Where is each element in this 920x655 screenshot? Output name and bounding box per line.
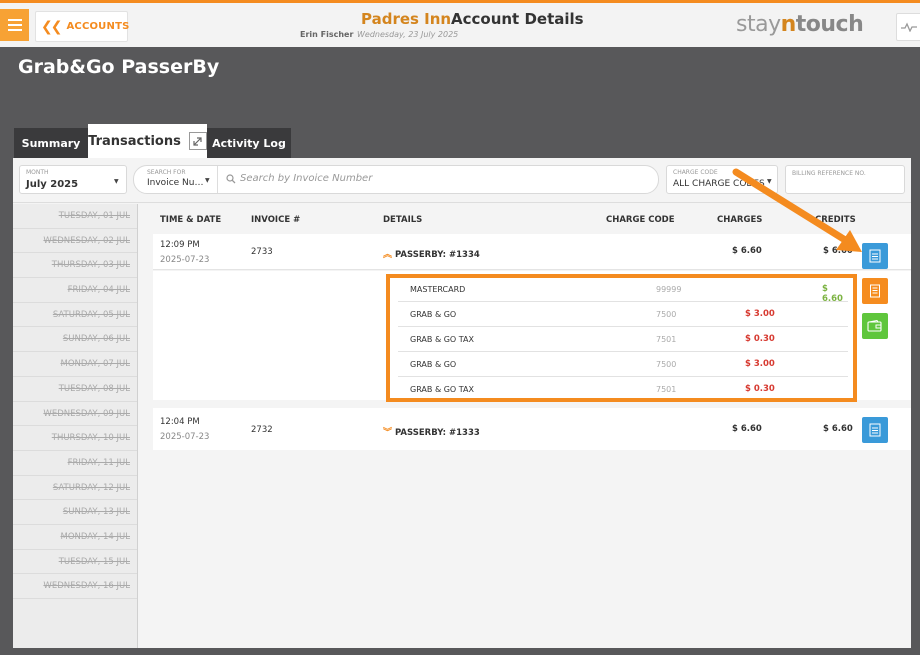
tab-transactions[interactable]: Transactions — [88, 124, 207, 158]
col-charge-code: CHARGE CODE — [606, 215, 675, 225]
col-details: DETAILS — [383, 215, 423, 225]
day-item[interactable]: FRIDAY, 11 JUL — [13, 451, 137, 476]
day-item[interactable]: SATURDAY, 12 JUL — [13, 476, 137, 501]
day-item[interactable]: WEDNESDAY, 16 JUL — [13, 574, 137, 599]
table-row[interactable]: 12:09 PM 2025-07-23 2733 ︽ PASSERBY: #13… — [153, 234, 911, 270]
day-item[interactable]: THURSDAY, 10 JUL — [13, 426, 137, 451]
day-list: TUESDAY, 01 JUL WEDNESDAY, 02 JUL THURSDAY… — [13, 204, 138, 648]
tx-charges: $ 6.60 — [732, 424, 762, 434]
tx-details[interactable]: ︾ PASSERBY: #1333 — [383, 425, 480, 438]
day-item[interactable]: SUNDAY, 06 JUL — [13, 327, 137, 353]
col-credits: CREDITS — [815, 215, 856, 225]
col-charges: CHARGES — [717, 215, 763, 225]
tx-date: 2025-07-23 — [160, 255, 210, 265]
day-item[interactable]: TUESDAY, 01 JUL — [13, 204, 137, 229]
chevron-up-icon: ︽ — [383, 250, 393, 260]
table-row[interactable]: 12:04 PM 2025-07-23 2732 ︾ PASSERBY: #13… — [153, 408, 911, 450]
billing-reference-input[interactable]: BILLING REFERENCE NO. — [785, 165, 905, 194]
tx-details-text: PASSERBY: #1334 — [394, 250, 480, 260]
tab-activity-log-label: Activity Log — [212, 136, 286, 150]
hotel-name: Padres Inn — [361, 10, 452, 28]
search-for-value: Invoice Nu… — [147, 178, 204, 188]
day-item[interactable]: TUESDAY, 08 JUL — [13, 377, 137, 402]
double-chevron-left-icon: ❮❮ — [41, 18, 63, 35]
filter-bar: MONTH July 2025 ▼ SEARCH FOR Invoice Nu…… — [13, 158, 911, 203]
wallet-icon[interactable] — [862, 313, 888, 339]
business-date: Wednesday, 23 July 2025 — [357, 30, 459, 39]
day-item[interactable]: SUNDAY, 13 JUL — [13, 500, 137, 525]
day-item[interactable]: MONDAY, 14 JUL — [13, 525, 137, 550]
billing-reference-label: BILLING REFERENCE NO. — [792, 170, 866, 177]
tab-summary-label: Summary — [21, 136, 81, 150]
day-item[interactable]: WEDNESDAY, 02 JUL — [13, 229, 137, 254]
top-bar: ❮❮ ACCOUNTS Padres Inn Account Details E… — [0, 0, 920, 47]
search-placeholder: Search by Invoice Number — [240, 173, 373, 184]
account-name: Grab&Go PasserBy — [18, 56, 220, 78]
day-item[interactable]: SATURDAY, 05 JUL — [13, 303, 137, 328]
tx-time: 12:04 PM — [160, 417, 200, 427]
expand-icon[interactable] — [188, 132, 207, 150]
col-time: TIME & DATE — [160, 215, 222, 225]
tab-transactions-label: Transactions — [88, 133, 181, 149]
back-to-accounts-button[interactable]: ❮❮ ACCOUNTS — [35, 11, 130, 42]
chevron-down-icon: ▼ — [767, 178, 772, 185]
charge-code-label: CHARGE CODE — [673, 169, 718, 176]
tab-summary[interactable]: Summary — [14, 128, 88, 158]
day-item[interactable]: TUESDAY, 15 JUL — [13, 550, 137, 575]
tx-invoice: 2732 — [251, 425, 273, 435]
tx-details[interactable]: ︽ PASSERBY: #1334 — [383, 247, 480, 260]
month-label: MONTH — [26, 169, 49, 176]
search-for-select[interactable]: SEARCH FOR Invoice Nu… ▼ — [134, 166, 218, 193]
month-select[interactable]: MONTH July 2025 ▼ — [19, 165, 127, 194]
pulse-icon[interactable] — [896, 13, 920, 41]
tx-date: 2025-07-23 — [160, 432, 210, 442]
search-box: SEARCH FOR Invoice Nu… ▼ Search by Invoi… — [133, 165, 659, 194]
charge-code-value: ALL CHARGE CODES — [673, 179, 765, 189]
charge-code-select[interactable]: CHARGE CODE ALL CHARGE CODES ▼ — [666, 165, 778, 194]
brand-prefix: stay — [736, 12, 781, 37]
back-button-label: ACCOUNTS — [66, 21, 130, 32]
tx-charges: $ 6.60 — [732, 246, 762, 256]
receipt-icon[interactable] — [862, 278, 888, 304]
chevron-down-icon: ︾ — [383, 428, 393, 438]
chevron-down-icon: ▼ — [114, 178, 119, 185]
transactions-panel: MONTH July 2025 ▼ SEARCH FOR Invoice Nu…… — [13, 158, 911, 648]
tab-activity-log[interactable]: Activity Log — [207, 128, 291, 158]
user-name: Erin Fischer — [300, 30, 354, 39]
search-icon — [226, 173, 236, 183]
tx-credits: $ 6.60 — [823, 424, 853, 434]
chevron-down-icon: ▼ — [205, 177, 210, 184]
search-for-label: SEARCH FOR — [147, 169, 186, 176]
tx-invoice: 2733 — [251, 247, 273, 257]
page-title: Account Details — [451, 10, 584, 28]
brand-suffix: touch — [795, 12, 864, 37]
col-invoice: INVOICE # — [251, 215, 301, 225]
invoice-icon[interactable] — [862, 243, 888, 269]
highlight-box — [386, 274, 857, 402]
brand-n: n — [780, 12, 797, 37]
tx-details-text: PASSERBY: #1333 — [394, 428, 480, 438]
day-item[interactable]: MONDAY, 07 JUL — [13, 352, 137, 377]
tx-time: 12:09 PM — [160, 240, 200, 250]
invoice-icon[interactable] — [862, 417, 888, 443]
tx-credits: $ 6.60 — [823, 246, 853, 256]
day-item[interactable]: FRIDAY, 04 JUL — [13, 278, 137, 303]
search-input[interactable]: Search by Invoice Number — [226, 173, 372, 184]
day-item[interactable]: WEDNESDAY, 09 JUL — [13, 402, 137, 427]
brand-logo: stayntouch — [736, 12, 864, 37]
month-value: July 2025 — [26, 179, 79, 190]
hamburger-icon[interactable] — [0, 9, 29, 41]
day-item[interactable]: THURSDAY, 03 JUL — [13, 253, 137, 279]
